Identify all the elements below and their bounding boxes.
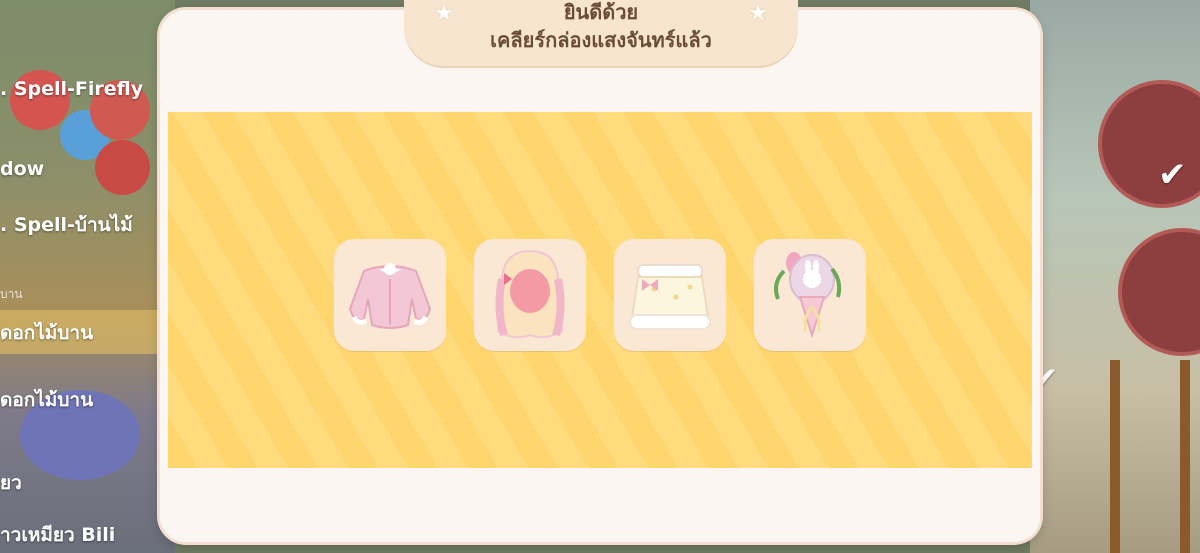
left-list-item[interactable]: าวเหมียว Bili xyxy=(0,520,115,550)
left-list-item[interactable]: dow xyxy=(0,158,44,180)
reward-item-skirt[interactable] xyxy=(614,239,726,351)
easel-decoration xyxy=(1110,360,1190,553)
left-list-subtext: บาน xyxy=(0,287,23,301)
collection-slot[interactable] xyxy=(1118,228,1200,356)
flower-decoration xyxy=(95,140,150,195)
dialog-footer xyxy=(160,468,1040,542)
left-list-item[interactable]: ยว xyxy=(0,468,22,498)
reward-item-jacket[interactable] xyxy=(334,239,446,351)
banner-subtitle: เคลียร์กล่องแสงจันทร์แล้ว xyxy=(490,28,712,52)
jacket-icon xyxy=(348,263,432,329)
left-list-item[interactable]: ดอกไม้บาน xyxy=(0,318,93,348)
reward-dialog xyxy=(160,10,1040,542)
bouquet-icon xyxy=(774,252,842,339)
checkmark-icon: ✔ xyxy=(1158,155,1187,195)
left-list-item[interactable]: . Spell-Firefly xyxy=(0,78,143,100)
reward-area xyxy=(168,112,1032,468)
left-list-item[interactable]: ดอกไม้บาน xyxy=(0,385,93,415)
right-panel-background: ✔ ✔ xyxy=(1030,0,1200,553)
hair-icon xyxy=(495,249,565,339)
reward-item-bouquet[interactable] xyxy=(754,239,866,351)
reward-item-hair[interactable] xyxy=(474,239,586,351)
left-list-item[interactable]: . Spell-บ้านไม้ xyxy=(0,210,133,240)
skirt-icon xyxy=(629,264,711,330)
congrats-banner: ★ ★ ยินดีด้วย เคลียร์กล่องแสงจันทร์แล้ว xyxy=(404,0,798,66)
left-panel-background: . Spell-Firefly dow . Spell-บ้านไม้ บาน … xyxy=(0,0,175,553)
